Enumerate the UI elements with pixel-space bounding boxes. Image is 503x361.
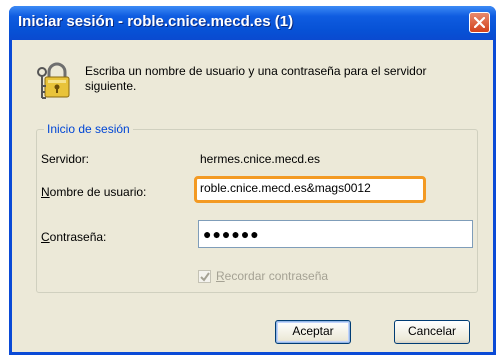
checkmark-icon [200, 272, 210, 282]
server-label: Servidor: [41, 152, 90, 166]
window-title: Iniciar sesión - roble.cnice.mecd.es (1) [18, 13, 294, 30]
instruction-text: Escriba un nombre de usuario y una contr… [85, 64, 427, 93]
password-field[interactable]: ●●●●●● [198, 220, 473, 248]
username-value: roble.cnice.mecd.es&mags0012 [200, 181, 371, 195]
cancel-button[interactable]: Cancelar [394, 320, 470, 344]
title-bar[interactable]: Iniciar sesión - roble.cnice.mecd.es (1) [9, 6, 496, 40]
server-value: hermes.cnice.mecd.es [200, 152, 321, 166]
close-button[interactable] [469, 12, 490, 33]
group-legend: Inicio de sesión [44, 122, 133, 136]
keys-padlock-icon [37, 62, 70, 99]
username-field[interactable]: roble.cnice.mecd.es&mags0012 [194, 176, 426, 203]
login-dialog: Iniciar sesión - roble.cnice.mecd.es (1)… [9, 6, 496, 355]
accept-button[interactable]: Aceptar [275, 320, 351, 344]
username-label: Nombre de usuario: [41, 185, 147, 199]
password-label: Contraseña: [41, 230, 107, 244]
password-value: ●●●●●● [203, 226, 260, 242]
remember-password-label: Recordar contraseña [216, 269, 329, 283]
dialog-body: Escriba un nombre de usuario y una contr… [12, 40, 493, 352]
remember-password-checkbox[interactable] [198, 270, 211, 283]
close-icon [474, 17, 485, 28]
